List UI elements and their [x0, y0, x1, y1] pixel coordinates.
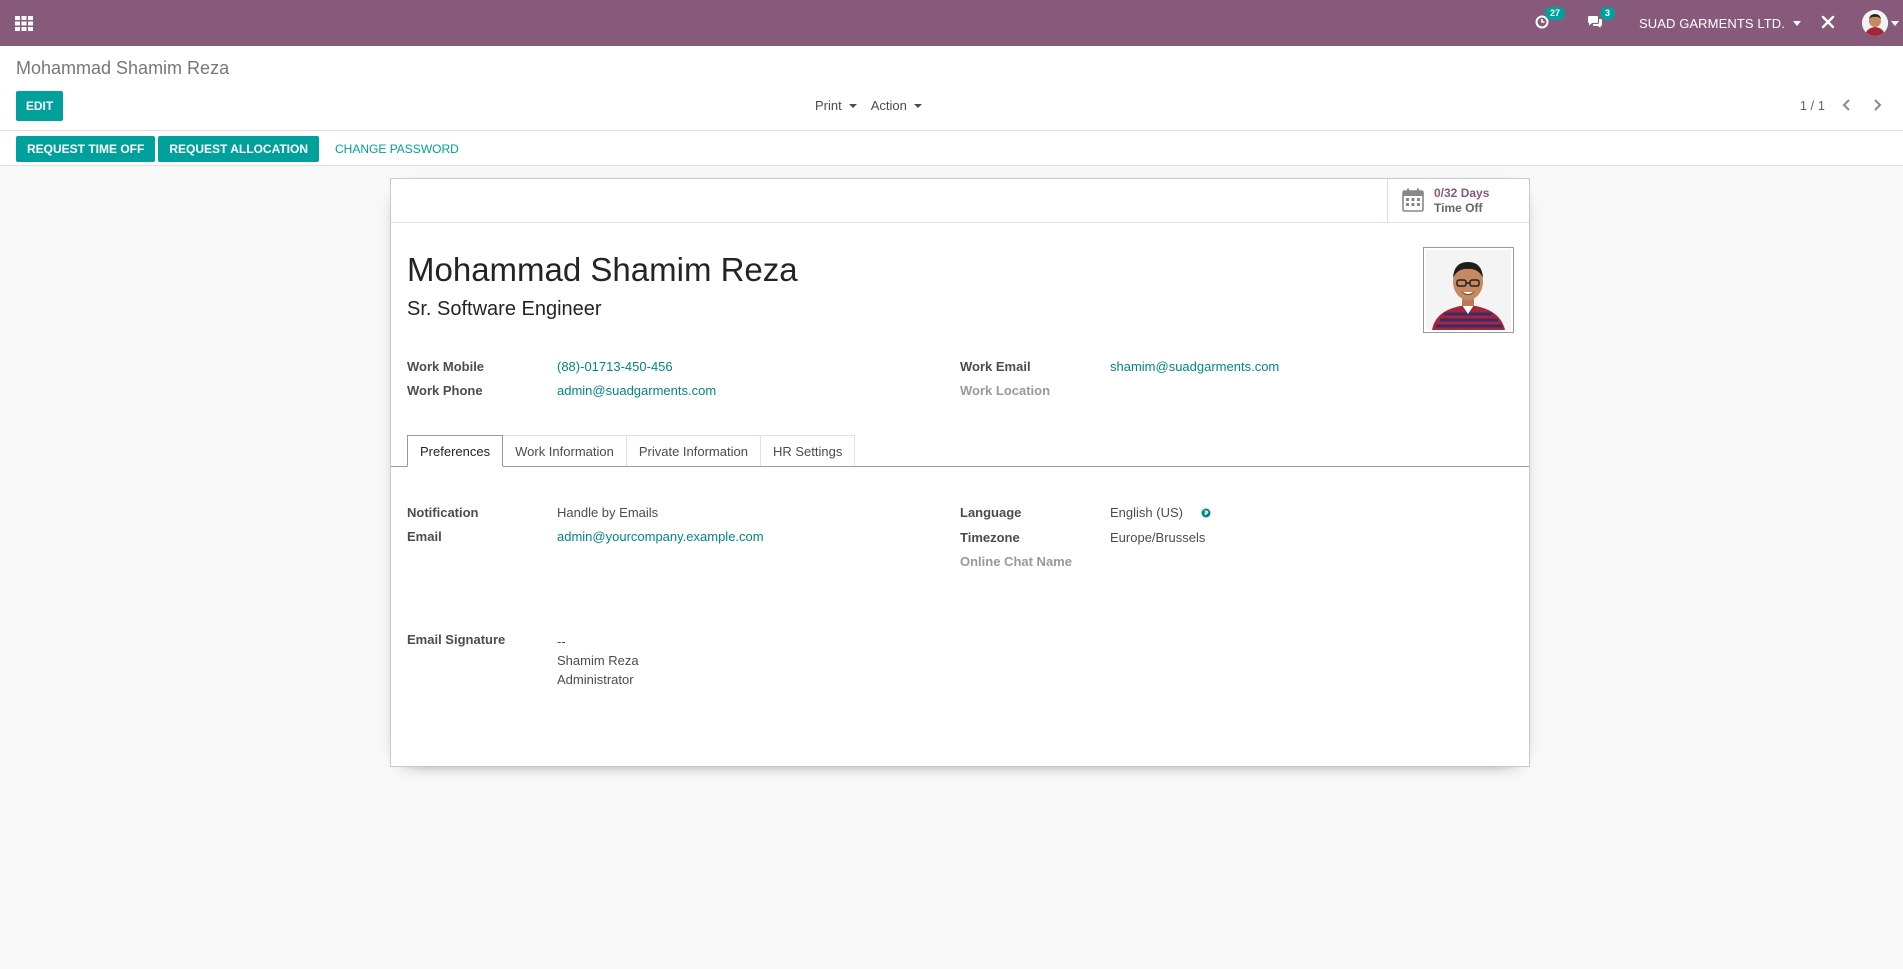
- signature-line: --: [557, 634, 566, 649]
- work-phone-link[interactable]: admin@suadgarments.com: [557, 383, 716, 398]
- calendar-icon: [1402, 188, 1424, 215]
- previous-record-button[interactable]: [1839, 96, 1855, 114]
- chevron-down-icon: [1891, 20, 1899, 26]
- online-chat-row: Online Chat Name: [960, 554, 1110, 569]
- work-mobile-label: Work Mobile: [407, 359, 485, 374]
- tab-preferences[interactable]: Preferences: [407, 435, 504, 467]
- time-off-stat-button[interactable]: 0/32 Days Time Off: [1387, 179, 1529, 223]
- change-password-button[interactable]: CHANGE PASSWORD: [322, 142, 472, 156]
- time-off-label: Time Off: [1434, 201, 1483, 215]
- timezone-row: Timezone Europe/Brussels: [960, 530, 1205, 545]
- work-email-label: Work Email: [960, 359, 1031, 374]
- chevron-down-icon: [848, 104, 857, 108]
- avatar: [1862, 10, 1888, 36]
- action-label: Action: [870, 98, 907, 113]
- print-dropdown[interactable]: Print: [815, 98, 857, 113]
- divider: [0, 165, 1903, 166]
- chevron-down-icon: [913, 104, 922, 108]
- work-email-link[interactable]: shamim@suadgarments.com: [1110, 359, 1279, 374]
- email-signature-row: Email Signature -- Shamim Reza Administr…: [407, 632, 639, 689]
- user-menu[interactable]: [1862, 10, 1899, 36]
- work-email-row: Work Email shamim@suadgarments.com: [960, 359, 1279, 374]
- timezone-label: Timezone: [960, 530, 1020, 545]
- edit-button[interactable]: EDIT: [16, 91, 63, 121]
- notebook-tabs: Preferences Work Information Private Inf…: [407, 435, 856, 467]
- language-row: Language English (US): [960, 505, 1211, 521]
- employee-photo[interactable]: [1423, 247, 1514, 333]
- notification-label: Notification: [407, 505, 479, 520]
- job-title: Sr. Software Engineer: [407, 298, 602, 320]
- breadcrumb: Mohammad Shamim Reza: [16, 58, 230, 78]
- email-signature-label: Email Signature: [407, 632, 506, 647]
- language-label: Language: [960, 505, 1022, 520]
- globe-icon[interactable]: [1201, 506, 1211, 521]
- work-mobile-row: Work Mobile (88)-01713-450-456: [407, 359, 673, 374]
- language-value: English (US): [1110, 505, 1183, 520]
- messages-button[interactable]: 3: [1587, 6, 1615, 32]
- notification-row: Notification Handle by Emails: [407, 505, 658, 520]
- work-phone-row: Work Phone admin@suadgarments.com: [407, 383, 716, 398]
- chevron-right-icon: [1874, 99, 1882, 111]
- pager-value[interactable]: 1 / 1: [1800, 98, 1825, 113]
- divider: [0, 130, 1903, 131]
- debug-tools-button[interactable]: [1821, 15, 1835, 32]
- time-off-value: 0/32 Days: [1434, 186, 1490, 200]
- online-chat-label: Online Chat Name: [960, 554, 1072, 569]
- print-label: Print: [815, 98, 842, 113]
- company-switcher[interactable]: SUAD GARMENTS LTD.: [1639, 16, 1801, 31]
- tab-hr-settings[interactable]: HR Settings: [759, 435, 856, 467]
- apps-menu-icon[interactable]: [14, 13, 34, 33]
- top-navbar: 27 3 SUAD GARMENTS LTD.: [0, 0, 1903, 46]
- close-x-icon: [1821, 15, 1835, 32]
- form-sheet: 0/32 Days Time Off Mohammad Shamim Reza …: [390, 178, 1530, 767]
- email-signature-value: -- Shamim Reza Administrator: [557, 632, 639, 689]
- action-dropdown[interactable]: Action: [871, 98, 922, 113]
- activities-button[interactable]: 27: [1535, 6, 1565, 32]
- email-link[interactable]: admin@yourcompany.example.com: [557, 529, 764, 544]
- work-phone-label: Work Phone: [407, 383, 483, 398]
- tabs-divider: [391, 466, 1529, 467]
- work-location-row: Work Location: [960, 383, 1110, 398]
- email-label: Email: [407, 529, 442, 544]
- tab-work-information[interactable]: Work Information: [502, 435, 627, 467]
- work-location-label: Work Location: [960, 383, 1051, 398]
- company-name: SUAD GARMENTS LTD.: [1638, 15, 1785, 31]
- message-count-badge: 3: [1599, 6, 1615, 20]
- pager: 1 / 1: [1800, 96, 1885, 114]
- next-record-button[interactable]: [1869, 96, 1885, 114]
- chevron-down-icon: [1793, 20, 1801, 26]
- statusbar: REQUEST TIME OFF REQUEST ALLOCATION CHAN…: [16, 136, 472, 162]
- work-mobile-link[interactable]: (88)-01713-450-456: [557, 359, 673, 374]
- timezone-value: Europe/Brussels: [1110, 530, 1206, 545]
- smart-button-box: 0/32 Days Time Off: [391, 179, 1529, 223]
- email-row: Email admin@yourcompany.example.com: [407, 529, 764, 544]
- request-time-off-button[interactable]: REQUEST TIME OFF: [16, 136, 156, 162]
- employee-name: Mohammad Shamim Reza: [407, 251, 798, 288]
- signature-line: Administrator: [557, 672, 634, 687]
- notification-value: Handle by Emails: [557, 505, 659, 520]
- tab-private-information[interactable]: Private Information: [625, 435, 761, 467]
- request-allocation-button[interactable]: REQUEST ALLOCATION: [158, 136, 320, 162]
- chevron-left-icon: [1842, 99, 1850, 111]
- activity-count-badge: 27: [1544, 6, 1565, 20]
- signature-line: Shamim Reza: [557, 653, 639, 668]
